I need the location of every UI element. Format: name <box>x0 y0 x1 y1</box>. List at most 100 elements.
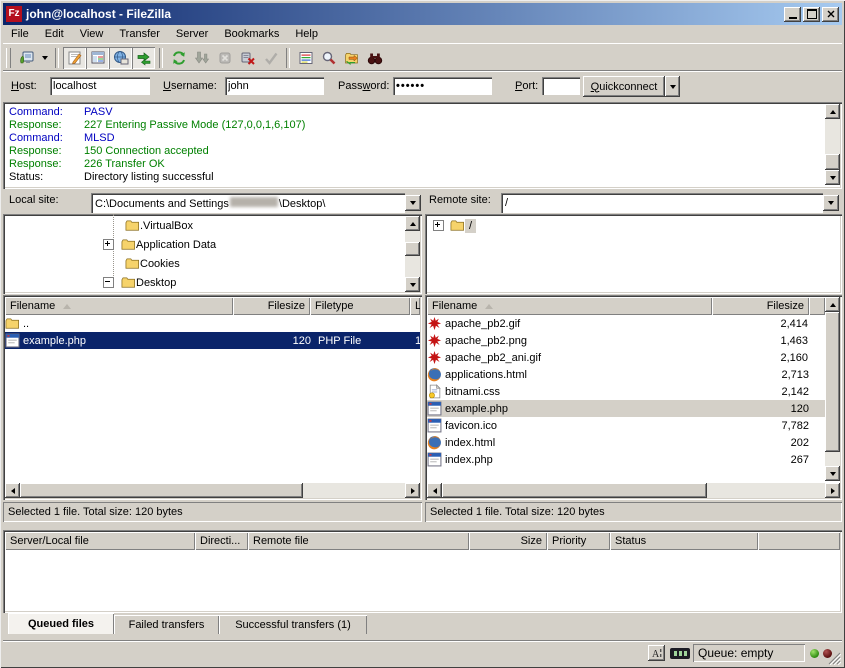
remote-list-hscrollbar-thumb[interactable] <box>442 483 707 498</box>
password-input[interactable] <box>393 77 492 95</box>
local-file-list[interactable]: Filename Filesize Filetype L .. example.… <box>3 295 422 500</box>
expand-icon[interactable] <box>103 239 114 250</box>
remote-row-selected[interactable]: example.php120 <box>427 400 825 417</box>
filter-button[interactable] <box>294 47 317 69</box>
synchronized-browsing-button[interactable] <box>363 47 386 69</box>
queue-col-direction[interactable]: Directi... <box>195 532 248 550</box>
port-input[interactable] <box>542 77 580 95</box>
log-scroll-down[interactable] <box>825 170 840 185</box>
file-search-button[interactable] <box>317 47 340 69</box>
remote-list-scroll-up[interactable] <box>825 297 840 312</box>
tree-item-root[interactable]: / <box>433 216 476 235</box>
transfer-queue-toggle-button[interactable] <box>132 47 155 69</box>
resize-grip[interactable] <box>828 652 841 665</box>
close-button[interactable] <box>822 7 839 22</box>
menu-help[interactable]: Help <box>287 26 326 42</box>
local-row-example-php[interactable]: example.php 120 PHP File 1 <box>5 332 420 349</box>
local-list-hscrollbar-thumb[interactable] <box>20 483 303 498</box>
speed-limit-icon[interactable] <box>670 648 690 659</box>
toolbar-grip[interactable] <box>6 48 11 68</box>
remote-row[interactable]: favicon.ico7,782 <box>427 417 825 434</box>
remote-row[interactable]: bitnami.css2,142 <box>427 383 825 400</box>
local-row-parent[interactable]: .. <box>5 315 420 332</box>
tree-item-cookies[interactable]: Cookies <box>107 254 180 273</box>
message-log-toggle-icon <box>67 50 83 66</box>
local-site-combobox[interactable]: C:\Documents and Settings\Desktop\ <box>91 193 405 213</box>
quickconnect-button[interactable]: Quickconnect <box>583 76 665 97</box>
local-site-dropdown[interactable] <box>405 195 421 211</box>
refresh-button[interactable] <box>167 47 190 69</box>
site-manager-button[interactable] <box>15 47 38 69</box>
remote-list-scroll-right[interactable] <box>825 483 840 498</box>
folder-icon <box>450 218 465 233</box>
message-log-toggle-button[interactable] <box>63 47 86 69</box>
local-list-scroll-right[interactable] <box>405 483 420 498</box>
menu-bookmarks[interactable]: Bookmarks <box>216 26 287 42</box>
local-col-lastmodified[interactable]: L <box>410 297 420 315</box>
disconnect-button[interactable] <box>236 47 259 69</box>
remote-row[interactable]: applications.html2,713 <box>427 366 825 383</box>
transfer-queue-panel[interactable]: Server/Local file Directi... Remote file… <box>3 530 842 613</box>
username-input[interactable] <box>225 77 324 95</box>
compare-directories-button[interactable] <box>340 47 363 69</box>
tab-successful-transfers[interactable]: Successful transfers (1) <box>219 615 367 634</box>
expand-icon[interactable] <box>433 220 444 231</box>
quickconnect-dropdown[interactable] <box>665 76 680 97</box>
remote-list-scroll-left[interactable] <box>427 483 442 498</box>
collapse-icon[interactable] <box>103 277 114 288</box>
tree-item-desktop[interactable]: Desktop <box>103 273 176 292</box>
remote-tree[interactable]: / <box>425 214 842 294</box>
queue-col-status[interactable]: Status <box>610 532 758 550</box>
log-scroll-up[interactable] <box>825 104 840 119</box>
local-list-scroll-left[interactable] <box>5 483 20 498</box>
remote-row[interactable]: apache_pb2_ani.gif2,160 <box>427 349 825 366</box>
tab-queued-files[interactable]: Queued files <box>8 613 114 634</box>
remote-list-vscrollbar-thumb[interactable] <box>825 312 840 452</box>
disconnect-icon <box>240 50 256 66</box>
tree-item-application-data[interactable]: Application Data <box>103 235 216 254</box>
local-col-filetype[interactable]: Filetype <box>310 297 410 315</box>
minimize-button[interactable] <box>784 7 801 22</box>
remote-col-filename[interactable]: Filename <box>427 297 712 315</box>
menu-server[interactable]: Server <box>168 26 216 42</box>
local-tree-scroll-down[interactable] <box>405 277 420 292</box>
remote-row[interactable]: index.html202 <box>427 434 825 451</box>
message-log[interactable]: Command:PASV Response:227 Entering Passi… <box>3 102 842 189</box>
local-tree-scroll-up[interactable] <box>405 216 420 231</box>
local-col-filename[interactable]: Filename <box>5 297 233 315</box>
remote-list-scroll-down[interactable] <box>825 466 840 481</box>
title-bar[interactable]: Fz john@localhost - FileZilla <box>3 3 842 25</box>
log-scrollbar-thumb[interactable] <box>825 154 840 170</box>
menu-view[interactable]: View <box>72 26 112 42</box>
remote-row[interactable]: apache_pb2.gif2,414 <box>427 315 825 332</box>
local-tree[interactable]: .VirtualBox Application Data Cookies Des… <box>3 214 422 294</box>
remote-treeview-toggle-button[interactable] <box>109 47 132 69</box>
log-line: Command:PASV <box>9 106 822 119</box>
remote-site-dropdown[interactable] <box>823 195 839 211</box>
site-manager-dropdown[interactable] <box>38 47 51 69</box>
queue-col-size[interactable]: Size <box>469 532 547 550</box>
remote-row[interactable]: apache_pb2.png1,463 <box>427 332 825 349</box>
image-file-icon <box>427 316 442 331</box>
process-queue-button[interactable] <box>190 47 213 69</box>
local-col-filesize[interactable]: Filesize <box>233 297 310 315</box>
reconnect-button[interactable] <box>259 47 282 69</box>
menu-file[interactable]: File <box>3 26 37 42</box>
tab-failed-transfers[interactable]: Failed transfers <box>114 615 219 634</box>
tree-item-virtualbox[interactable]: .VirtualBox <box>107 216 193 235</box>
menu-transfer[interactable]: Transfer <box>111 26 168 42</box>
queue-col-remote-file[interactable]: Remote file <box>248 532 469 550</box>
cancel-operation-button[interactable] <box>213 47 236 69</box>
queue-col-server-local-file[interactable]: Server/Local file <box>5 532 195 550</box>
remote-site-combobox[interactable]: / <box>501 193 823 213</box>
queue-col-priority[interactable]: Priority <box>547 532 610 550</box>
maximize-button[interactable] <box>803 7 820 22</box>
ascii-datatype-icon[interactable]: A <box>648 645 665 661</box>
menu-edit[interactable]: Edit <box>37 26 72 42</box>
local-tree-scrollbar-thumb[interactable] <box>405 242 420 256</box>
local-treeview-toggle-button[interactable] <box>86 47 109 69</box>
host-input[interactable] <box>50 77 150 95</box>
remote-file-list[interactable]: Filename Filesize apache_pb2.gif2,414 ap… <box>425 295 842 500</box>
remote-row[interactable]: index.php267 <box>427 451 825 468</box>
remote-col-filesize[interactable]: Filesize <box>712 297 809 315</box>
